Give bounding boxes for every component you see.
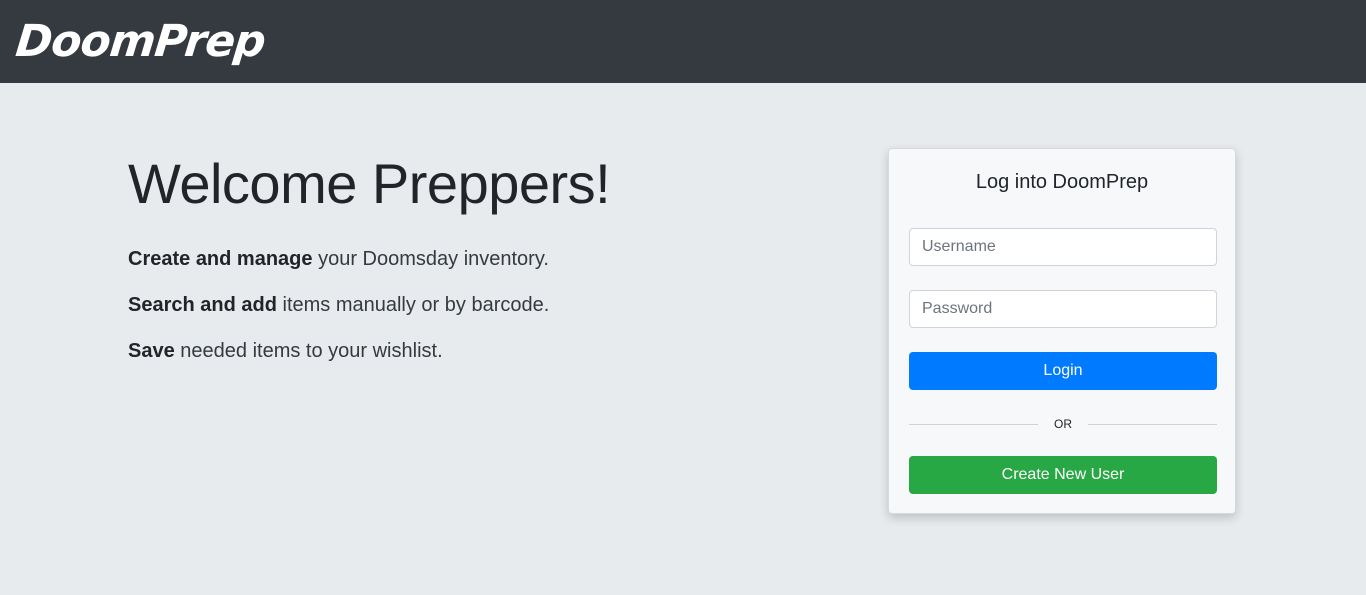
or-divider: OR (909, 415, 1217, 433)
feature-line-save: Save needed items to your wishlist. (128, 340, 443, 363)
feature-line-search: Search and add items manually or by barc… (128, 294, 549, 317)
feature-text: your Doomsday inventory. (312, 248, 549, 270)
feature-bold: Search and add (128, 294, 277, 316)
feature-text: needed items to your wishlist. (174, 340, 443, 362)
brand-logo[interactable]: DoomPrep (13, 12, 268, 72)
feature-bold: Create and manage (128, 248, 313, 270)
feature-line-manage: Create and manage your Doomsday inventor… (128, 248, 549, 271)
feature-text: items manually or by barcode. (276, 294, 550, 316)
top-navbar: DoomPrep (0, 0, 1366, 83)
divider-line-left (909, 423, 1038, 425)
feature-bold: Save (128, 340, 175, 362)
page-title: Welcome Preppers! (128, 152, 611, 215)
brand-logo-text: DoomPrep (13, 16, 268, 67)
welcome-section: Welcome Preppers! Create and manage your… (128, 150, 768, 362)
divider-line-right (1088, 423, 1217, 425)
password-input[interactable] (909, 290, 1217, 328)
login-card: Log into DoomPrep Login OR Create New Us… (888, 148, 1236, 514)
username-input[interactable] (909, 228, 1217, 266)
create-user-button[interactable]: Create New User (909, 456, 1217, 494)
login-button[interactable]: Login (909, 352, 1217, 390)
divider-text: OR (1054, 417, 1072, 431)
login-title: Log into DoomPrep (975, 171, 1149, 193)
